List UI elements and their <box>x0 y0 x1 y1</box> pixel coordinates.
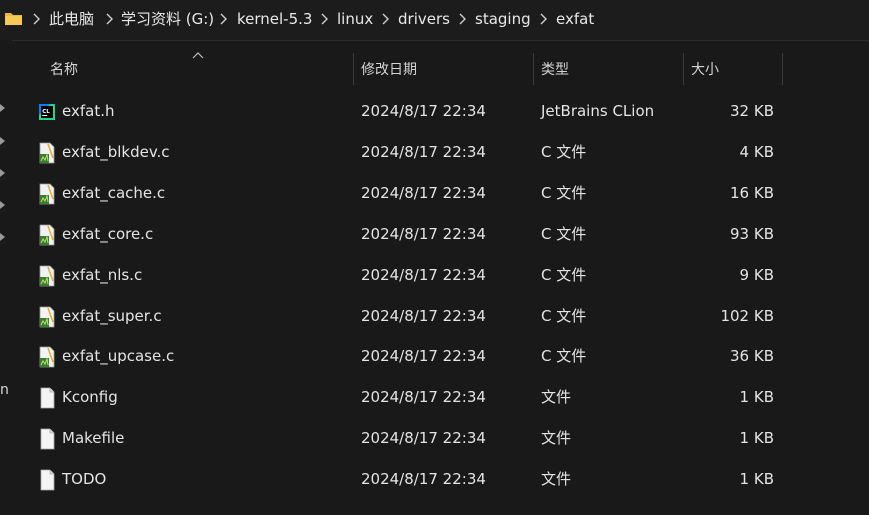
blank-file-icon <box>36 387 58 409</box>
blank-file-icon <box>36 469 58 491</box>
column-header-size[interactable]: 大小 <box>691 61 719 79</box>
column-divider[interactable] <box>353 53 354 85</box>
breadcrumb-staging[interactable]: staging <box>475 10 531 28</box>
file-modified: 2024/8/17 22:34 <box>361 306 486 325</box>
file-row[interactable]: Makefile 2024/8/17 22:34 文件 1 KB <box>12 418 782 458</box>
breadcrumb-linux[interactable]: linux <box>337 10 373 28</box>
c-file-icon <box>36 142 58 164</box>
file-modified: 2024/8/17 22:34 <box>361 102 486 120</box>
file-name: exfat_super.c <box>62 306 162 325</box>
file-type: C 文件 <box>541 224 587 243</box>
file-row[interactable]: exfat_super.c 2024/8/17 22:34 C 文件 102 KB <box>12 296 782 336</box>
file-type: C 文件 <box>541 306 587 325</box>
breadcrumb-kernel[interactable]: kernel-5.3 <box>237 10 312 28</box>
c-file-icon <box>36 183 58 205</box>
file-name: exfat_core.c <box>62 224 154 243</box>
svg-text:CL: CL <box>42 109 50 115</box>
chevron-right-icon <box>33 13 40 25</box>
column-header-type[interactable]: 类型 <box>541 61 569 79</box>
file-modified: 2024/8/17 22:34 <box>361 347 486 366</box>
file-row[interactable]: Kconfig 2024/8/17 22:34 文件 1 KB <box>12 377 782 417</box>
column-header-modified[interactable]: 修改日期 <box>361 61 417 79</box>
chevron-right-icon <box>459 13 466 25</box>
c-file-icon <box>36 346 58 368</box>
file-size: 36 KB <box>730 347 774 366</box>
breadcrumb-exfat[interactable]: exfat <box>556 10 594 28</box>
chevron-right-icon <box>540 13 547 25</box>
chevron-right-icon <box>382 13 389 25</box>
clion-icon: CL <box>36 101 58 123</box>
column-divider[interactable] <box>533 53 534 85</box>
c-file-icon <box>36 306 58 328</box>
file-type: 文件 <box>541 429 572 448</box>
file-name: Kconfig <box>62 388 118 407</box>
column-header-name[interactable]: 名称 <box>50 61 78 79</box>
file-row[interactable]: exfat_nls.c 2024/8/17 22:34 C 文件 9 KB <box>12 255 782 295</box>
column-divider[interactable] <box>782 53 783 85</box>
file-type: C 文件 <box>541 183 587 202</box>
breadcrumb-this-pc[interactable]: 此电脑 <box>49 10 94 28</box>
file-modified: 2024/8/17 22:34 <box>361 142 486 161</box>
file-name: exfat_blkdev.c <box>62 142 170 161</box>
file-size: 1 KB <box>739 470 774 489</box>
file-type: C 文件 <box>541 142 587 161</box>
expand-arrow-icon[interactable] <box>0 168 6 178</box>
file-name: TODO <box>62 470 107 489</box>
file-modified: 2024/8/17 22:34 <box>361 388 486 407</box>
file-name: exfat_upcase.c <box>62 347 175 366</box>
file-size: 32 KB <box>730 102 774 120</box>
file-size: 1 KB <box>739 429 774 448</box>
chevron-right-icon <box>321 13 328 25</box>
file-modified: 2024/8/17 22:34 <box>361 429 486 448</box>
file-size: 102 KB <box>720 306 774 325</box>
expand-arrow-icon[interactable] <box>0 136 6 146</box>
file-row[interactable]: TODO 2024/8/17 22:34 文件 1 KB <box>12 459 782 499</box>
file-row[interactable]: exfat_cache.c 2024/8/17 22:34 C 文件 16 KB <box>12 173 782 213</box>
file-modified: 2024/8/17 22:34 <box>361 183 486 202</box>
breadcrumb-drivers[interactable]: drivers <box>398 10 450 28</box>
expand-arrow-icon[interactable] <box>0 200 6 210</box>
file-type: C 文件 <box>541 347 587 366</box>
file-row[interactable]: CL exfat.h 2024/8/17 22:34 JetBrains CLion 3… <box>12 91 782 131</box>
chevron-right-icon <box>220 13 227 25</box>
address-bar[interactable]: 此电脑 学习资料 (G:) kernel-5.3 linux drivers s… <box>0 0 869 41</box>
file-name: Makefile <box>62 429 125 448</box>
c-file-icon <box>36 224 58 246</box>
file-name: exfat_nls.c <box>62 265 143 284</box>
file-row[interactable]: exfat_blkdev.c 2024/8/17 22:34 C 文件 4 KB <box>12 132 782 172</box>
file-modified: 2024/8/17 22:34 <box>361 224 486 243</box>
file-row[interactable]: exfat_core.c 2024/8/17 22:34 C 文件 93 KB <box>12 214 782 254</box>
navigation-pane-edge: n <box>0 40 12 515</box>
nav-item-truncated[interactable]: n <box>0 382 9 398</box>
file-type: 文件 <box>541 470 572 489</box>
blank-file-icon <box>36 428 58 450</box>
file-size: 16 KB <box>730 183 774 202</box>
file-name: exfat.h <box>62 102 115 120</box>
file-size: 4 KB <box>739 142 774 161</box>
sort-ascending-icon <box>192 52 204 59</box>
c-file-icon <box>36 265 58 287</box>
file-type: 文件 <box>541 388 572 407</box>
expand-arrow-icon[interactable] <box>0 232 6 242</box>
column-divider[interactable] <box>683 53 684 85</box>
file-row[interactable]: exfat_upcase.c 2024/8/17 22:34 C 文件 36 KB <box>12 336 782 376</box>
folder-icon <box>5 13 22 25</box>
expand-arrow-icon[interactable] <box>0 103 6 113</box>
file-size: 93 KB <box>730 224 774 243</box>
file-type: C 文件 <box>541 265 587 284</box>
file-size: 9 KB <box>739 265 774 284</box>
breadcrumb-drive[interactable]: 学习资料 (G:) <box>121 10 214 28</box>
file-size: 1 KB <box>739 388 774 407</box>
file-type: JetBrains CLion <box>541 102 655 120</box>
chevron-right-icon <box>106 13 113 25</box>
file-modified: 2024/8/17 22:34 <box>361 265 486 284</box>
file-name: exfat_cache.c <box>62 183 166 202</box>
file-modified: 2024/8/17 22:34 <box>361 470 486 489</box>
